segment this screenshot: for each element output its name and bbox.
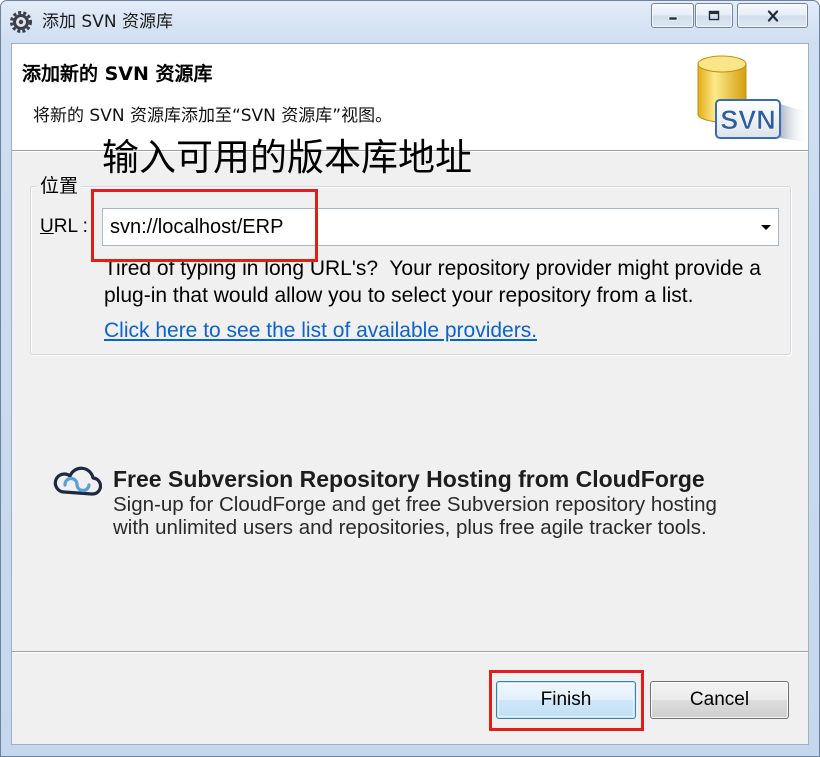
svn-dialog-screenshot: 添加 SVN 资源库 添加新的 SVN 资源库 将新的 SVN 资源库添加至“S… (0, 0, 820, 757)
window-title: 添加 SVN 资源库 (42, 12, 173, 32)
minimize-icon (668, 16, 677, 20)
providers-link[interactable]: Click here to see the list of available … (104, 317, 537, 344)
cancel-button[interactable]: Cancel (650, 681, 789, 719)
url-combobox[interactable] (102, 208, 779, 246)
cloudforge-text-line-2: with unlimited users and repositories, p… (113, 516, 707, 539)
location-group-label: 位置 (37, 174, 82, 198)
cancel-button-label: Cancel (689, 689, 750, 710)
wizard-header (12, 44, 808, 150)
cloudforge-text-line-1: Sign-up for CloudForge and get free Subv… (113, 493, 717, 516)
cloudforge-icon (53, 466, 102, 496)
page-title: 添加新的 SVN 资源库 (22, 63, 213, 85)
maximize-button[interactable] (695, 3, 733, 28)
close-icon (767, 9, 778, 22)
eclipse-icon (10, 11, 32, 33)
button-bar-separator (12, 651, 808, 653)
hint-text-line-1: Tired of typing in long URL's? Your repo… (104, 257, 761, 280)
annotation-text: 输入可用的版本库地址 (102, 136, 472, 179)
url-input[interactable] (103, 209, 743, 245)
finish-button[interactable]: Finish (496, 681, 636, 719)
chevron-down-icon[interactable] (761, 225, 771, 230)
close-button[interactable] (737, 3, 808, 28)
maximize-icon (708, 10, 720, 20)
cloudforge-title: Free Subversion Repository Hosting from … (113, 466, 705, 492)
hint-text-line-2: plug-in that would allow you to select y… (104, 284, 694, 307)
url-label: URL : (40, 216, 88, 237)
finish-button-label: Finish (540, 689, 592, 710)
svn-repository-icon: SVN (697, 55, 806, 142)
minimize-button[interactable] (651, 3, 694, 28)
svn-logo-text: SVN (720, 105, 776, 135)
page-description: 将新的 SVN 资源库添加至“SVN 资源库”视图。 (33, 106, 393, 126)
